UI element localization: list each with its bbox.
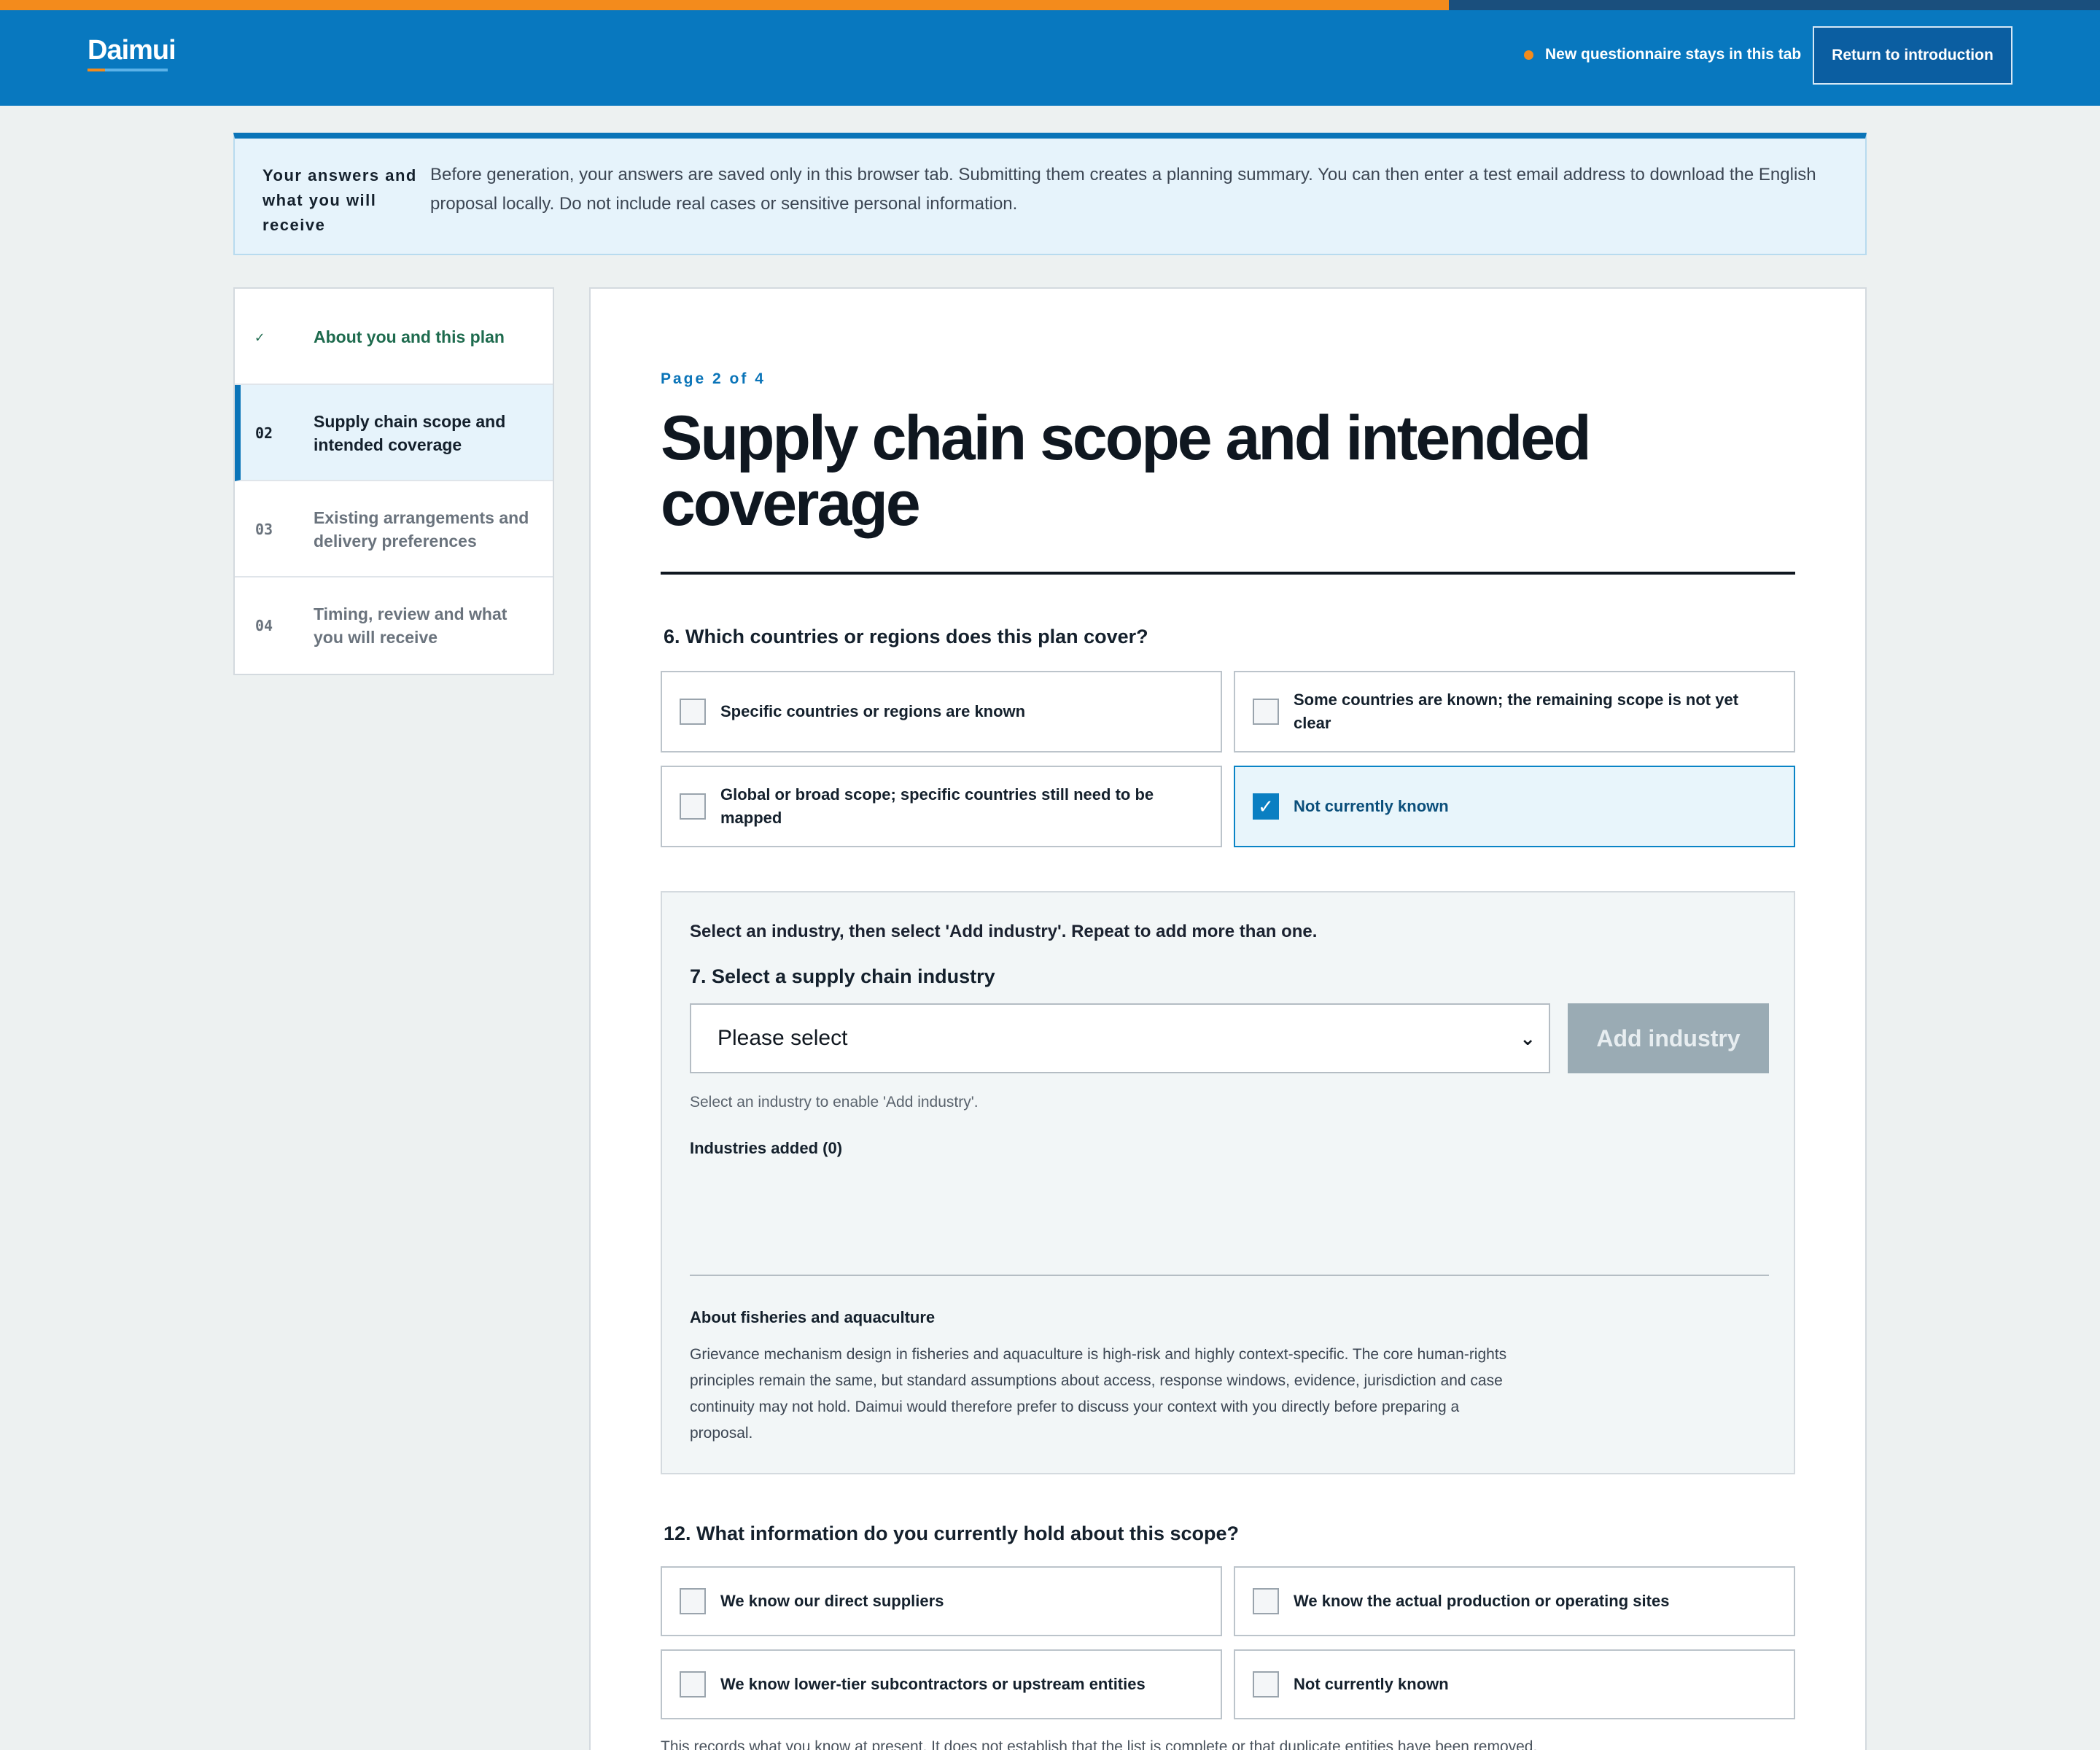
nav-step-number: 02 [255,424,273,442]
q6-option-global-scope[interactable]: Global or broad scope; specific countrie… [661,766,1222,847]
option-label: We know the actual production or operati… [1294,1592,1670,1610]
checkmark-icon: ✓ [1258,795,1274,817]
nav-step-label: About you and this plan [314,327,505,346]
logo[interactable]: Daimui [88,35,176,66]
option-label: We know our direct suppliers [720,1592,944,1610]
checkbox[interactable] [1253,1588,1279,1614]
q6-option-not-known[interactable]: ✓ Not currently known [1234,766,1795,847]
scope-footnote: This records what you know at present. I… [661,1738,1538,1750]
nav-step-label: Timing, review and what you will receive [314,604,508,647]
option-label: Some countries are known; the remaining … [1294,691,1739,732]
checkbox[interactable] [680,793,706,820]
industry-divider [690,1275,1769,1276]
banner-text: Before generation, your answers are save… [430,165,1816,214]
status-dot-icon [1524,50,1533,60]
checkbox[interactable] [680,1588,706,1614]
progress-bar [0,0,2100,10]
progress-bar-fill [0,0,1450,10]
title-divider [661,572,1795,575]
industries-added-heading: Industries added (0) [690,1139,843,1157]
checkbox[interactable] [1253,699,1279,725]
industry-panel: Select an industry, then select 'Add ind… [661,891,1795,1474]
checkbox[interactable] [680,1671,706,1698]
q12-option-direct-suppliers[interactable]: We know our direct suppliers [661,1566,1222,1636]
q6-option-specific-known[interactable]: Specific countries or regions are known [661,671,1222,752]
option-label: Not currently known [1294,797,1449,815]
page-indicator: Page 2 of 4 [661,370,766,387]
industry-hint: Select an industry to enable 'Add indust… [690,1094,979,1111]
q6-option-some-known[interactable]: Some countries are known; the remaining … [1234,671,1795,752]
nav-step-label: Supply chain scope and intended coverage [314,412,506,454]
banner-title: Your answers and what you will receive [262,166,417,234]
q12-option-production-sites[interactable]: We know the actual production or operati… [1234,1566,1795,1636]
option-label: Global or broad scope; specific countrie… [720,785,1154,827]
nav-step-number: 04 [255,617,273,634]
industry-select-value: Please select [718,1026,848,1050]
q12-option-not-known[interactable]: Not currently known [1234,1649,1795,1719]
option-label: We know lower-tier subcontractors or ups… [720,1675,1146,1693]
top-header: Daimui New questionnaire stays in this t… [0,0,2100,106]
chevron-down-icon: ⌄ [1520,1027,1536,1049]
session-status: New questionnaire stays in this tab [1524,44,1801,66]
checkmark-icon: ✓ [255,328,265,346]
page-title: Supply chain scope and intended coverage [661,403,1592,539]
fisheries-title: About fisheries and aquaculture [690,1308,936,1326]
checkbox[interactable] [680,699,706,725]
nav-step-1[interactable]: ✓ About you and this plan [235,289,553,385]
option-label: Not currently known [1294,1675,1449,1693]
question-12-label: 12. What information do you currently ho… [664,1522,1240,1544]
nav-step-3[interactable]: 03 Existing arrangements and delivery pr… [235,481,553,578]
step-navigation: ✓ About you and this plan 02 Supply chai… [233,287,554,675]
checkbox[interactable] [1253,1671,1279,1698]
nav-step-2[interactable]: 02 Supply chain scope and intended cover… [235,385,553,481]
info-banner: Your answers and what you will receive B… [233,133,1867,255]
nav-step-number: 03 [255,521,273,538]
add-industry-button[interactable]: Add industry [1568,1003,1769,1073]
industry-instruction: Select an industry, then select 'Add ind… [690,922,1318,941]
q12-option-lower-tier[interactable]: We know lower-tier subcontractors or ups… [661,1649,1222,1719]
fisheries-body: Grievance mechanism design in fisheries … [690,1346,1507,1442]
return-to-introduction-button[interactable]: Return to introduction [1813,26,2012,85]
question-6-label: 6. Which countries or regions does this … [664,626,1148,648]
checkbox-checked[interactable]: ✓ [1253,793,1279,820]
industry-select[interactable]: Please select ⌄ [690,1003,1550,1073]
nav-step-4[interactable]: 04 Timing, review and what you will rece… [235,578,553,674]
logo-underline [88,69,168,71]
session-status-text: New questionnaire stays in this tab [1545,46,1802,63]
option-label: Specific countries or regions are known [720,702,1026,720]
nav-step-label: Existing arrangements and delivery prefe… [314,508,529,551]
question-7-label: 7. Select a supply chain industry [690,965,995,987]
questionnaire-card: Page 2 of 4 Supply chain scope and inten… [589,287,1867,1750]
